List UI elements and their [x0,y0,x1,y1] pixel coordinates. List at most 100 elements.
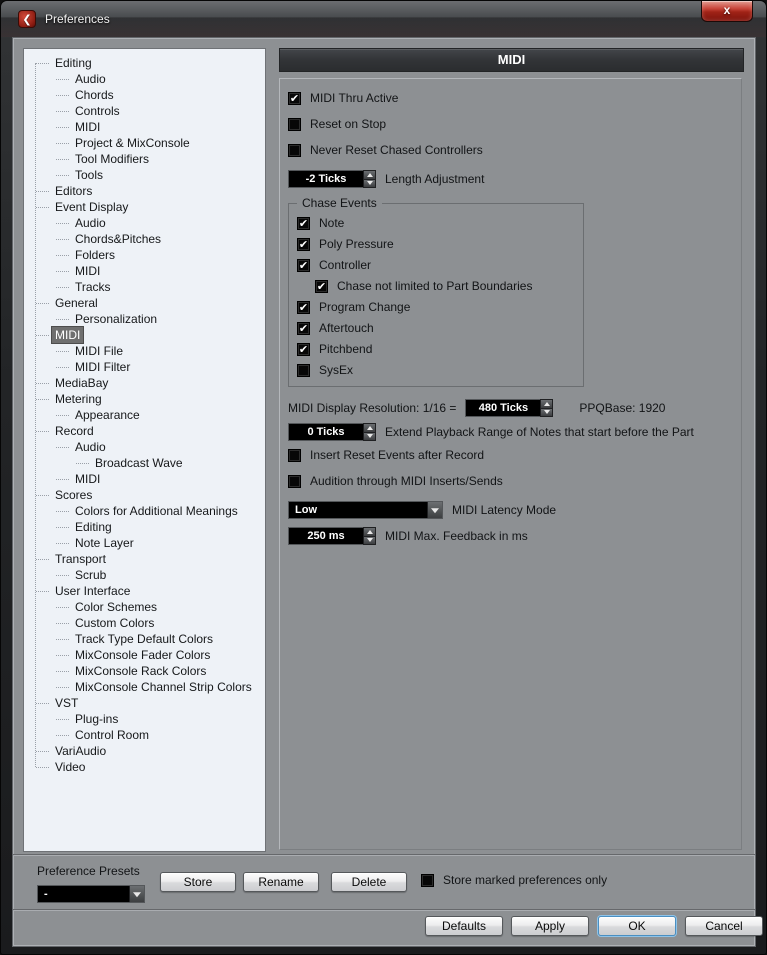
settings-content: ✔ MIDI Thru Active ✔ Reset on Stop ✔ Never Re… [279,78,742,850]
sidebar-item-midi-filter[interactable]: MIDI Filter [24,359,265,375]
controller-row: ✔ Controller [297,258,575,272]
store-marked-preferences-only-checkbox[interactable]: ✔ [421,873,434,887]
delete-button[interactable]: Delete [331,872,407,892]
sidebar-item-track-type-default-colors[interactable]: Track Type Default Colors [24,631,265,647]
length-adjustment-spin-down-icon[interactable] [364,178,375,187]
sidebar-item-plug-ins[interactable]: Plug-ins [24,711,265,727]
sidebar-item-midi[interactable]: MIDI [24,471,265,487]
sidebar-item-user-interface[interactable]: User Interface [24,583,265,599]
sidebar-item-note-layer[interactable]: Note Layer [24,535,265,551]
program-change-checkbox[interactable]: ✔ [297,300,310,314]
sidebar-item-variaudio[interactable]: VariAudio [24,743,265,759]
extend-playback-range-of-notes-that-start-before-the-part-value[interactable]: 0 Ticks [288,423,363,441]
midi-display-resolution-value[interactable]: 480 Ticks [465,399,541,417]
sidebar-item-record[interactable]: Record [24,423,265,439]
reset-on-stop-checkbox[interactable]: ✔ [288,117,301,131]
sidebar-item-label: Audio [75,440,106,454]
sidebar-item-editing[interactable]: Editing [24,55,265,71]
sidebar-item-label: MixConsole Channel Strip Colors [75,680,252,694]
midi-max-feedback-in-ms-spin-up-icon[interactable] [364,528,375,536]
sidebar-item-label: Tool Modifiers [75,152,150,166]
aftertouch-checkbox[interactable]: ✔ [297,321,310,335]
program-change-row: ✔ Program Change [297,300,575,314]
extend-playback-range-of-notes-that-start-before-the-part-spin-down-icon[interactable] [364,431,375,440]
sidebar-item-video[interactable]: Video [24,759,265,775]
defaults-button[interactable]: Defaults [425,916,503,936]
midi-latency-mode-dropdown[interactable]: Low [288,501,443,519]
cancel-button[interactable]: Cancel [685,916,763,936]
midi-thru-active-checkbox[interactable]: ✔ [288,91,301,105]
note-checkbox[interactable]: ✔ [297,216,310,230]
preferences-tree: Editing Audio Chords Controls MIDI Project & … [23,48,266,852]
sidebar-item-label: Chords&Pitches [75,232,162,246]
sidebar-item-scores[interactable]: Scores [24,487,265,503]
midi-display-resolution-spin-up-icon[interactable] [541,400,553,408]
never-reset-chased-controllers-checkbox[interactable]: ✔ [288,143,301,157]
sidebar-item-tracks[interactable]: Tracks [24,279,265,295]
sidebar-item-transport[interactable]: Transport [24,551,265,567]
sidebar-item-event-display[interactable]: Event Display [24,199,265,215]
sidebar-item-color-schemes[interactable]: Color Schemes [24,599,265,615]
length-adjustment-value[interactable]: -2 Ticks [288,170,363,188]
poly-pressure-checkbox[interactable]: ✔ [297,237,310,251]
sidebar-item-project-mixconsole[interactable]: Project & MixConsole [24,135,265,151]
sidebar-item-vst[interactable]: VST [24,695,265,711]
sidebar-item-label: Personalization [75,312,158,326]
pitchbend-checkbox[interactable]: ✔ [297,342,310,356]
controller-checkbox[interactable]: ✔ [297,258,310,272]
insert-reset-events-after-record-checkbox[interactable]: ✔ [288,448,301,462]
sysex-checkbox[interactable]: ✔ [297,363,310,377]
sidebar-item-midi[interactable]: MIDI [24,326,265,344]
sidebar-item-editors[interactable]: Editors [24,183,265,199]
sidebar-item-mixconsole-channel-strip-colors[interactable]: MixConsole Channel Strip Colors [24,679,265,695]
chevron-down-icon[interactable] [129,886,144,902]
rename-button[interactable]: Rename [243,872,319,892]
chevron-down-icon[interactable] [427,502,442,518]
sidebar-item-audio[interactable]: Audio [24,71,265,87]
sidebar-item-midi[interactable]: MIDI [24,263,265,279]
sidebar-item-mediabay[interactable]: MediaBay [24,375,265,391]
midi-max-feedback-in-ms-value[interactable]: 250 ms [288,527,363,545]
sidebar-item-tool-modifiers[interactable]: Tool Modifiers [24,151,265,167]
sidebar-item-broadcast-wave[interactable]: Broadcast Wave [24,455,265,471]
sidebar-item-tools[interactable]: Tools [24,167,265,183]
sidebar-item-colors-for-additional-meanings[interactable]: Colors for Additional Meanings [24,503,265,519]
sidebar-item-label: Colors for Additional Meanings [75,504,238,518]
midi-max-feedback-in-ms-spin-down-icon[interactable] [364,535,375,544]
sidebar-item-metering[interactable]: Metering [24,391,265,407]
sidebar-item-audio[interactable]: Audio [24,439,265,455]
sidebar-item-editing[interactable]: Editing [24,519,265,535]
sidebar-item-midi[interactable]: MIDI [24,119,265,135]
sidebar-item-custom-colors[interactable]: Custom Colors [24,615,265,631]
dialog-body: Editing Audio Chords Controls MIDI Project & … [12,37,763,947]
audition-through-midi-inserts-sends-checkbox[interactable]: ✔ [288,474,301,488]
sidebar-item-scrub[interactable]: Scrub [24,567,265,583]
midi-display-resolution-spin-down-icon[interactable] [541,407,553,416]
preference-presets-dropdown[interactable]: - [37,885,145,903]
midi-display-resolution-label: MIDI Display Resolution: 1/16 = [288,401,457,415]
sidebar-item-label: Editing [55,56,92,70]
sidebar-item-midi-file[interactable]: MIDI File [24,343,265,359]
midi-display-resolution-spin-buttons [540,399,554,417]
extend-playback-range-of-notes-that-start-before-the-part-spin-up-icon[interactable] [364,424,375,432]
sidebar-item-general[interactable]: General [24,295,265,311]
titlebar[interactable]: ❮ Preferences x [1,1,766,37]
length-adjustment-spin-up-icon[interactable] [364,171,375,179]
sidebar-item-chords-pitches[interactable]: Chords&Pitches [24,231,265,247]
sidebar-item-mixconsole-fader-colors[interactable]: MixConsole Fader Colors [24,647,265,663]
sidebar-item-folders[interactable]: Folders [24,247,265,263]
ok-button[interactable]: OK [598,916,676,936]
sidebar-item-appearance[interactable]: Appearance [24,407,265,423]
sidebar-item-label: Custom Colors [75,616,155,630]
sidebar-item-controls[interactable]: Controls [24,103,265,119]
sidebar-item-personalization[interactable]: Personalization [24,311,265,327]
apply-button[interactable]: Apply [511,916,589,936]
sidebar-item-audio[interactable]: Audio [24,215,265,231]
store-button[interactable]: Store [160,872,236,892]
sidebar-item-chords[interactable]: Chords [24,87,265,103]
sidebar-item-mixconsole-rack-colors[interactable]: MixConsole Rack Colors [24,663,265,679]
close-button[interactable]: x [701,1,753,22]
sidebar-item-control-room[interactable]: Control Room [24,727,265,743]
preference-presets-bar: Preference Presets - Store Rename Delete ✔… [13,854,755,909]
chase-not-limited-to-part-boundaries-checkbox[interactable]: ✔ [315,279,328,293]
